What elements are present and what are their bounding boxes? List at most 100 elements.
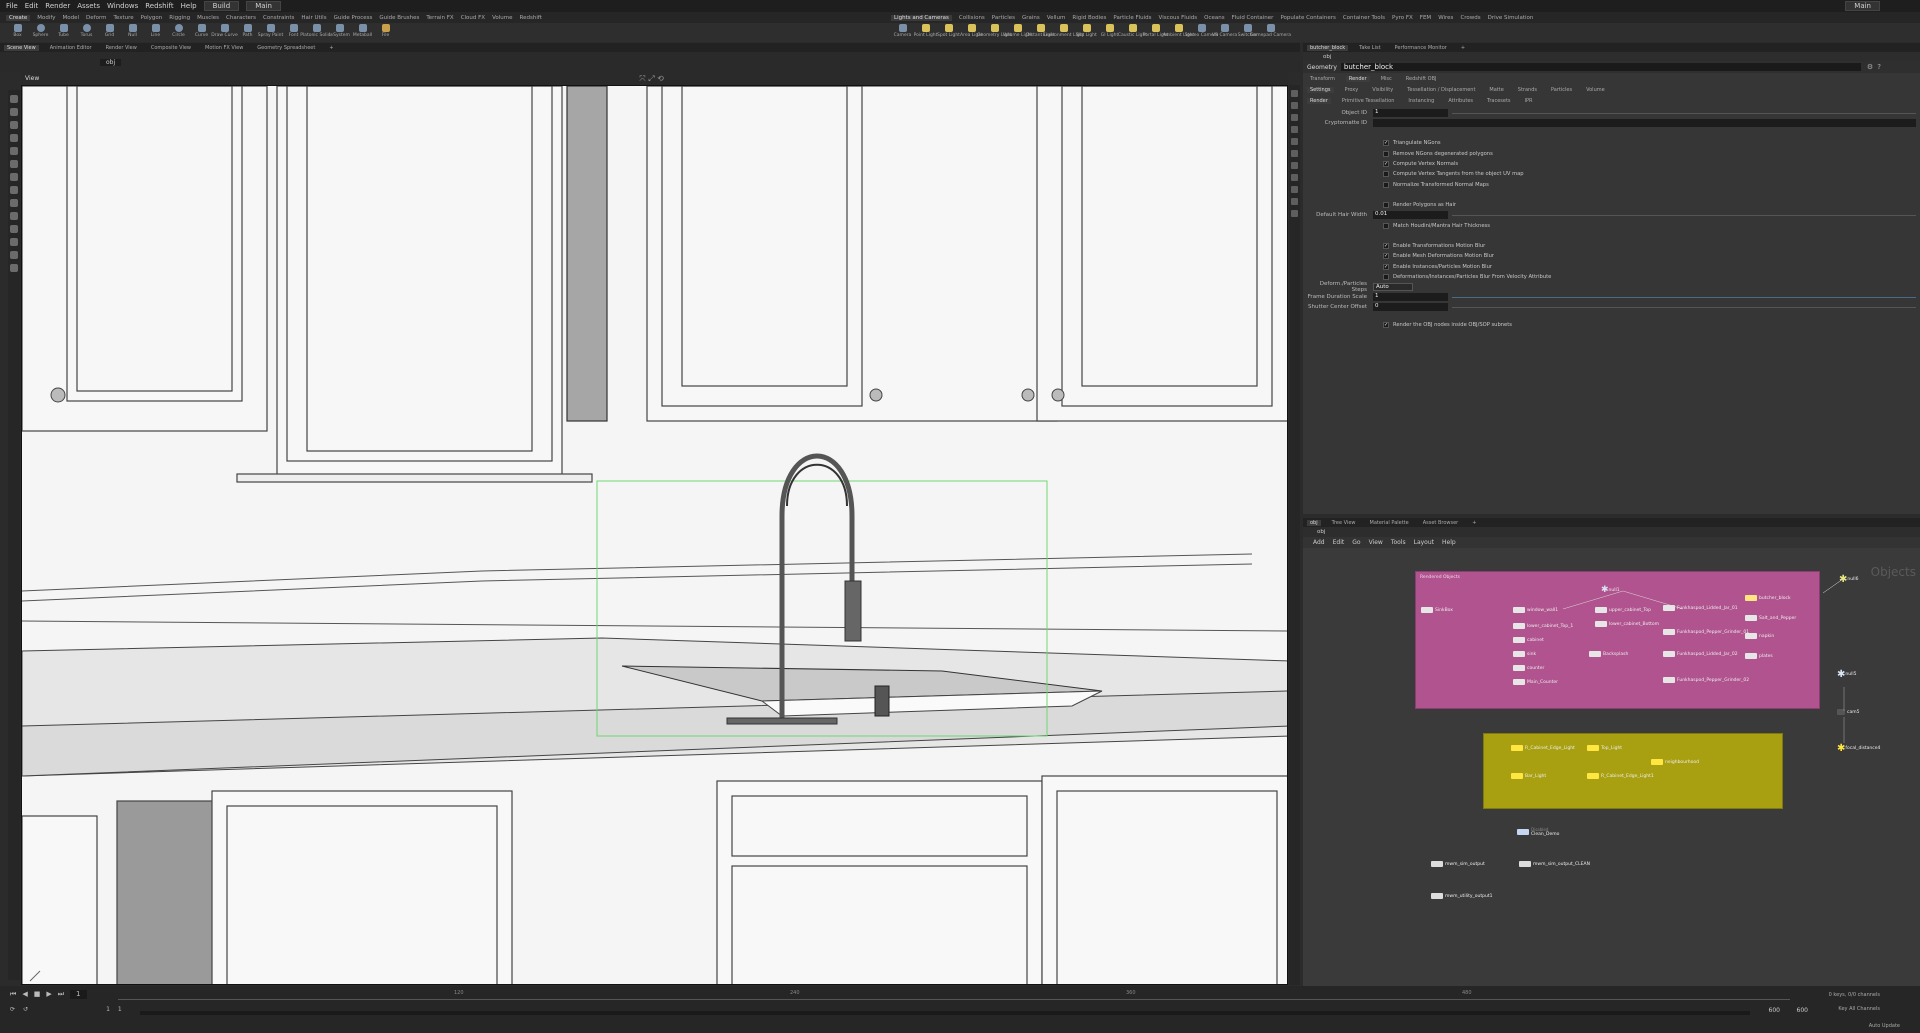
param-path[interactable]: obj bbox=[1309, 54, 1331, 60]
tab-particles[interactable]: Particles bbox=[1548, 87, 1575, 93]
desktop-dropdown[interactable]: Build bbox=[203, 1, 240, 11]
steps-dropdown[interactable]: Auto bbox=[1373, 283, 1413, 292]
move-icon[interactable] bbox=[10, 121, 18, 129]
tab-asset-browser[interactable]: Asset Browser bbox=[1420, 520, 1462, 526]
render-region-icon[interactable] bbox=[10, 251, 18, 259]
checkbox[interactable]: ✓ bbox=[1383, 322, 1389, 329]
shelf-tab[interactable]: Modify bbox=[37, 15, 55, 21]
tab-attributes[interactable]: Attributes bbox=[1445, 98, 1476, 104]
add-tab-icon[interactable]: + bbox=[1469, 520, 1479, 526]
shelf-tab[interactable]: FEM bbox=[1420, 15, 1431, 21]
bbox-icon[interactable] bbox=[1291, 162, 1298, 169]
tool-file[interactable]: File bbox=[374, 23, 397, 38]
shading-icon[interactable] bbox=[1291, 126, 1298, 133]
checkbox[interactable]: ✓ bbox=[1383, 160, 1389, 167]
shelf-tab[interactable]: Create bbox=[6, 14, 31, 21]
shelf-tab[interactable]: Particles bbox=[992, 15, 1015, 21]
node-mwm-sim-output[interactable]: mwm_sim_output bbox=[1431, 861, 1485, 867]
tab-material-palette[interactable]: Material Palette bbox=[1367, 520, 1412, 526]
ghost-icon[interactable] bbox=[1291, 150, 1298, 157]
shelf-tab[interactable]: Lights and Cameras bbox=[891, 14, 952, 21]
check-render-poly-hair[interactable]: Render Polygons as Hair bbox=[1303, 200, 1920, 210]
tab-render[interactable]: Render bbox=[1345, 75, 1370, 82]
tool-circle[interactable]: Circle bbox=[167, 23, 190, 38]
range-slider[interactable] bbox=[140, 1011, 1750, 1015]
frame-scale-field[interactable]: 1 bbox=[1373, 293, 1448, 302]
loop-icon[interactable]: ↺ bbox=[23, 1006, 28, 1013]
shelf-tab[interactable]: Drive Simulation bbox=[1488, 15, 1534, 21]
menu-help[interactable]: Help bbox=[181, 2, 197, 10]
tool-null[interactable]: Null bbox=[121, 23, 144, 38]
jump-end-icon[interactable]: ⏭ bbox=[58, 990, 64, 999]
light-display-icon[interactable] bbox=[1291, 114, 1298, 121]
node-clean-demo[interactable]: Disabled Clean_Demo bbox=[1517, 827, 1559, 837]
rotate-icon[interactable] bbox=[10, 134, 18, 142]
checkbox[interactable]: ✓ bbox=[1383, 242, 1389, 249]
tab-motion-fx[interactable]: Motion FX View bbox=[202, 45, 246, 51]
snap-icon[interactable] bbox=[10, 199, 18, 207]
tab-butcher-block[interactable]: butcher_block bbox=[1307, 44, 1349, 51]
shelf-tab[interactable]: Collisions bbox=[959, 15, 985, 21]
play-icon[interactable]: ▶ bbox=[46, 990, 51, 999]
hair-width-field[interactable]: 0.01 bbox=[1373, 211, 1448, 220]
pose-icon[interactable] bbox=[10, 173, 18, 181]
tool-point-light[interactable]: Point Light bbox=[914, 23, 937, 38]
key-all-channels[interactable]: Key All Channels bbox=[1838, 1006, 1880, 1012]
background-icon[interactable] bbox=[1291, 210, 1298, 217]
menu-render[interactable]: Render bbox=[45, 2, 70, 10]
tab-animation-editor[interactable]: Animation Editor bbox=[47, 45, 95, 51]
checkbox[interactable]: ✓ bbox=[1383, 140, 1389, 147]
tab-misc[interactable]: Misc bbox=[1378, 76, 1395, 82]
node-mwm-sim-output-clean[interactable]: mwm_sim_output_CLEAN bbox=[1519, 861, 1590, 867]
tool-spot-light[interactable]: Spot Light bbox=[937, 23, 960, 38]
tool-draw-curve[interactable]: Draw Curve bbox=[211, 23, 238, 38]
tab-tessellation[interactable]: Tessellation / Displacement bbox=[1404, 87, 1478, 93]
node-mwm-utility-output[interactable]: mwm_utility_output1 bbox=[1431, 893, 1492, 899]
checkbox[interactable] bbox=[1383, 222, 1389, 229]
wireframe-icon[interactable] bbox=[1291, 138, 1298, 145]
tab-obj[interactable]: obj bbox=[1307, 519, 1321, 526]
checkbox[interactable] bbox=[1383, 274, 1389, 281]
node-name-field[interactable]: butcher_block bbox=[1340, 63, 1861, 71]
scene-path[interactable]: obj bbox=[100, 58, 122, 66]
check-transform-mb[interactable]: ✓ Enable Transformations Motion Blur bbox=[1303, 241, 1920, 251]
shelf-tab[interactable]: Polygon bbox=[141, 15, 163, 21]
shelf-tab[interactable]: Characters bbox=[226, 15, 256, 21]
tab-geometry-spreadsheet[interactable]: Geometry Spreadsheet bbox=[254, 45, 318, 51]
tab-proxy[interactable]: Proxy bbox=[1342, 87, 1362, 93]
tab-volume[interactable]: Volume bbox=[1583, 87, 1608, 93]
shelf-tab[interactable]: Terrain FX bbox=[426, 15, 453, 21]
grid-display-icon[interactable] bbox=[1291, 198, 1298, 205]
checkbox[interactable]: ✓ bbox=[1383, 263, 1389, 270]
eye-icon[interactable] bbox=[10, 264, 18, 272]
tool-tube[interactable]: Tube bbox=[52, 23, 75, 38]
tool-platonic[interactable]: Platonic Solids bbox=[300, 23, 333, 38]
shelf-tab[interactable]: Deform bbox=[86, 15, 106, 21]
menu-file[interactable]: File bbox=[6, 2, 18, 10]
shelf-tab[interactable]: Redshift bbox=[520, 15, 542, 21]
point-display-icon[interactable] bbox=[1291, 174, 1298, 181]
hair-width-slider[interactable] bbox=[1452, 214, 1916, 216]
cryptomatte-field[interactable] bbox=[1373, 119, 1916, 127]
shelf-tab[interactable]: Rigid Bodies bbox=[1072, 15, 1106, 21]
check-render-obj[interactable]: ✓ Render the OBJ nodes inside OBJ/SOP sub… bbox=[1303, 320, 1920, 330]
shelf-tab[interactable]: Hair Utils bbox=[301, 15, 326, 21]
tool-gamepad-camera[interactable]: Gamepad Camera bbox=[1250, 23, 1291, 38]
end-frame-field[interactable]: 1 bbox=[118, 1006, 122, 1013]
shelf-tab[interactable]: Guide Process bbox=[334, 15, 373, 21]
realtime-icon[interactable]: ⟳ bbox=[10, 1006, 15, 1013]
tab-render-sub[interactable]: Render bbox=[1307, 97, 1331, 104]
tool-spray-paint[interactable]: Spray Paint bbox=[258, 23, 283, 38]
tab-take-list[interactable]: Take List bbox=[1356, 45, 1383, 51]
network-editor[interactable]: obj Add Edit Go View Tools Layout Help O… bbox=[1303, 527, 1920, 986]
lock-icon[interactable] bbox=[1291, 102, 1298, 109]
tab-ipr[interactable]: IPR bbox=[1522, 98, 1536, 104]
shelf-tab[interactable]: Texture bbox=[113, 15, 133, 21]
checkbox[interactable] bbox=[1383, 150, 1389, 157]
shutter-field[interactable]: 0 bbox=[1373, 303, 1448, 312]
tab-settings[interactable]: Settings bbox=[1307, 86, 1334, 93]
camera-tool-icon[interactable] bbox=[10, 225, 18, 233]
menu-windows[interactable]: Windows bbox=[107, 2, 138, 10]
brush-icon[interactable] bbox=[10, 186, 18, 194]
shelf-tab[interactable]: Cloud FX bbox=[461, 15, 485, 21]
